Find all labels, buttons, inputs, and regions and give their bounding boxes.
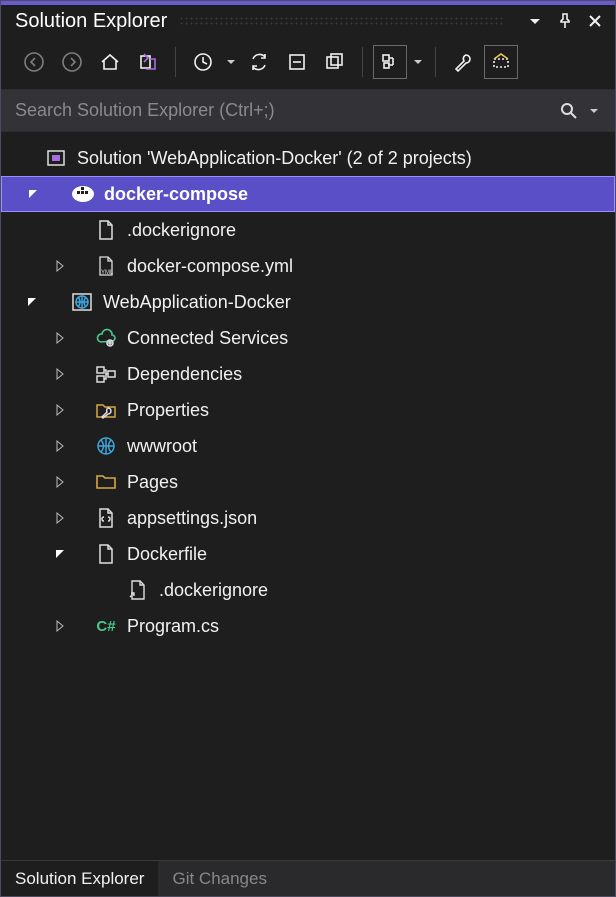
file-icon <box>93 541 119 567</box>
item-label: Dependencies <box>127 364 242 385</box>
item-label: Connected Services <box>127 328 288 349</box>
expander-icon[interactable] <box>49 507 71 529</box>
home-button[interactable] <box>93 45 127 79</box>
window-options-icon[interactable] <box>523 9 547 33</box>
solution-icon <box>43 145 69 171</box>
dockerignore-nested-node[interactable]: .dockerignore <box>1 572 615 608</box>
file-icon <box>93 217 119 243</box>
search-input[interactable]: Search Solution Explorer (Ctrl+;) <box>15 100 555 121</box>
file-label: Program.cs <box>127 616 219 637</box>
wwwroot-node[interactable]: wwwroot <box>1 428 615 464</box>
close-icon[interactable] <box>583 9 607 33</box>
expander-icon[interactable] <box>49 471 71 493</box>
properties-button[interactable] <box>446 45 480 79</box>
show-all-files-button[interactable] <box>318 45 352 79</box>
switch-views-button[interactable] <box>131 45 165 79</box>
properties-node[interactable]: Properties <box>1 392 615 428</box>
expander-icon[interactable] <box>21 147 43 169</box>
program-cs-node[interactable]: C# Program.cs <box>1 608 615 644</box>
item-label: Pages <box>127 472 178 493</box>
expander-icon[interactable] <box>49 255 71 277</box>
expander-icon[interactable] <box>49 399 71 421</box>
panel-titlebar: Solution Explorer <box>1 5 615 39</box>
pending-changes-button[interactable] <box>186 45 220 79</box>
web-project-icon <box>69 289 95 315</box>
cloud-icon <box>93 325 119 351</box>
solution-tree: Solution 'WebApplication-Docker' (2 of 2… <box>1 132 615 860</box>
file-label: appsettings.json <box>127 508 257 529</box>
dependencies-node[interactable]: Dependencies <box>1 356 615 392</box>
nav-back-button <box>17 45 51 79</box>
connected-services-node[interactable]: Connected Services <box>1 320 615 356</box>
webapp-project-node[interactable]: WebApplication-Docker <box>1 284 615 320</box>
linked-file-icon <box>125 577 151 603</box>
panel-grip[interactable] <box>179 16 505 26</box>
collapse-all-button[interactable] <box>280 45 314 79</box>
svg-text:YML: YML <box>101 270 114 276</box>
pages-folder-node[interactable]: Pages <box>1 464 615 500</box>
file-label: .dockerignore <box>127 220 236 241</box>
toolbar-separator <box>435 47 436 77</box>
expander-icon[interactable] <box>21 291 43 313</box>
expander-icon[interactable] <box>49 615 71 637</box>
bottom-tabs: Solution Explorer Git Changes <box>1 860 615 896</box>
expander-icon[interactable] <box>49 327 71 349</box>
search-dropdown[interactable] <box>587 106 601 116</box>
docker-compose-label: docker-compose <box>104 184 248 205</box>
toolbar-separator <box>175 47 176 77</box>
preview-button[interactable] <box>484 45 518 79</box>
pending-changes-dropdown[interactable] <box>224 57 238 67</box>
globe-icon <box>93 433 119 459</box>
tab-solution-explorer[interactable]: Solution Explorer <box>1 861 158 896</box>
sync-button[interactable] <box>242 45 276 79</box>
nav-forward-button <box>55 45 89 79</box>
pin-icon[interactable] <box>553 9 577 33</box>
folder-icon <box>93 469 119 495</box>
dockerfile-node[interactable]: Dockerfile <box>1 536 615 572</box>
item-label: Properties <box>127 400 209 421</box>
solution-node[interactable]: Solution 'WebApplication-Docker' (2 of 2… <box>1 140 615 176</box>
track-active-dropdown[interactable] <box>411 57 425 67</box>
toolbar <box>1 39 615 90</box>
expander-icon[interactable] <box>49 435 71 457</box>
item-label: wwwroot <box>127 436 197 457</box>
project-label: WebApplication-Docker <box>103 292 291 313</box>
yml-file-icon: YML <box>93 253 119 279</box>
toolbar-separator <box>362 47 363 77</box>
tab-git-changes[interactable]: Git Changes <box>158 861 281 896</box>
docker-compose-project-node[interactable]: docker-compose <box>1 176 615 212</box>
csharp-file-icon: C# <box>93 613 119 639</box>
json-file-icon <box>93 505 119 531</box>
appsettings-node[interactable]: appsettings.json <box>1 500 615 536</box>
docker-icon <box>70 181 96 207</box>
search-icon[interactable] <box>555 97 583 125</box>
file-label: docker-compose.yml <box>127 256 293 277</box>
dockerignore-node[interactable]: .dockerignore <box>1 212 615 248</box>
track-active-item-button[interactable] <box>373 45 407 79</box>
solution-label: Solution 'WebApplication-Docker' (2 of 2… <box>77 148 472 169</box>
expander-icon[interactable] <box>49 543 71 565</box>
file-label: Dockerfile <box>127 544 207 565</box>
docker-compose-yml-node[interactable]: YML docker-compose.yml <box>1 248 615 284</box>
dependencies-icon <box>93 361 119 387</box>
wrench-folder-icon <box>93 397 119 423</box>
file-label: .dockerignore <box>159 580 268 601</box>
expander-icon[interactable] <box>22 183 44 205</box>
expander-icon[interactable] <box>49 363 71 385</box>
search-bar[interactable]: Search Solution Explorer (Ctrl+;) <box>1 90 615 132</box>
panel-title: Solution Explorer <box>15 10 167 33</box>
